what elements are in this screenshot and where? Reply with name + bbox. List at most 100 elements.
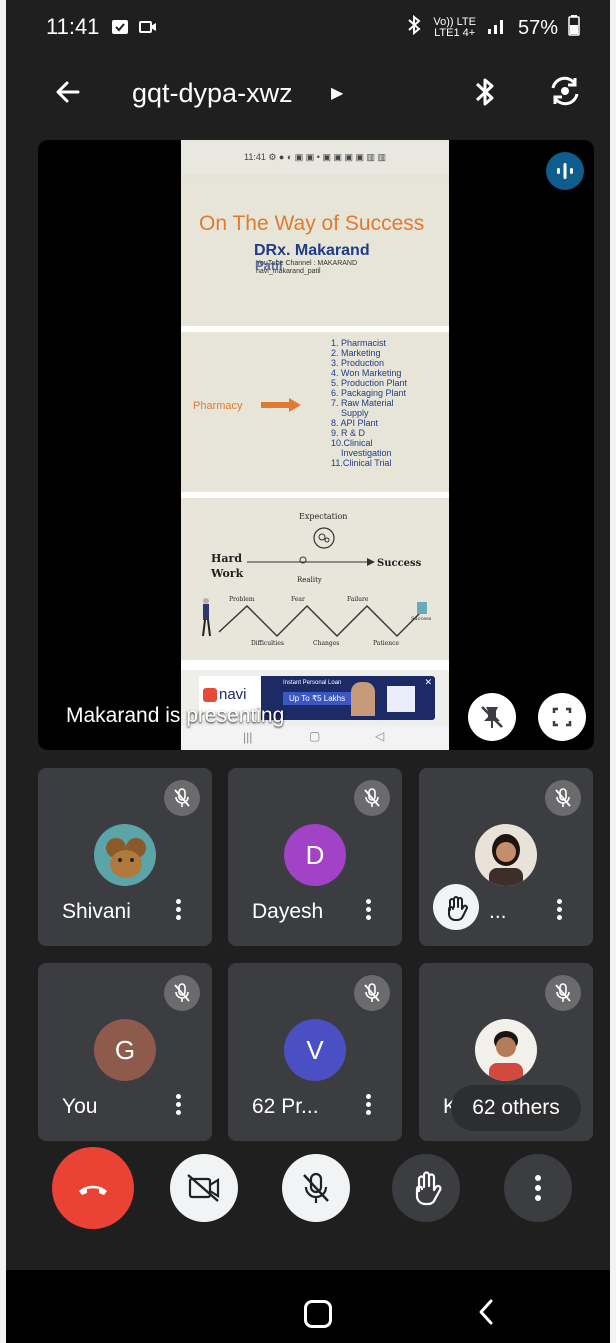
back-button-icon[interactable] [476,1298,496,1326]
expectation-label: Expectation [299,512,348,521]
participant-tile[interactable]: Shivani [38,768,212,946]
meeting-code[interactable]: gqt-dypa-xwz [132,78,293,109]
raise-hand-icon [415,1171,442,1206]
zigzag-bottom-3: Patience [373,640,400,647]
ad-person-image [351,682,375,716]
arrow-left-icon[interactable] [50,74,86,110]
more-vertical-icon [535,1175,541,1201]
zigzag-top-3: Failure [347,596,369,603]
work-label: Work [211,567,244,580]
presenting-label: Makarand is presenting [66,704,285,727]
participant-tile[interactable]: G You [38,963,212,1141]
career-item: Investigation [331,448,392,458]
battery-icon [568,14,580,42]
app-bar: gqt-dypa-xwz ▶ [6,64,610,128]
others-count-chip[interactable]: 62 others [451,1085,581,1131]
presentation-stage[interactable]: 11:41 ⚙ ● ◐ ▣ ▣ • ▣ ▣ ▣ ▣ ▥ ▥ On The Way… [38,140,594,750]
more-options-button[interactable] [504,1154,572,1222]
pin-off-icon [481,706,503,728]
participant-tile[interactable]: ... [419,768,593,946]
shared-status-bar: 11:41 ⚙ ● ◐ ▣ ▣ • ▣ ▣ ▣ ▣ ▥ ▥ [181,140,449,174]
network-label-bottom: LTE1 4+ [434,27,476,39]
avatar: G [94,1019,156,1081]
avatar-letter: D [305,840,325,870]
phone-hangup-icon [79,1185,107,1195]
slide-success-section: Expectation Hard Work Success Reality Pr… [181,500,449,660]
caret-right-icon[interactable]: ▶ [331,83,343,103]
career-item: 10.Clinical [331,438,373,448]
mic-off-icon [164,975,200,1011]
participant-name: Shivani [62,900,131,923]
career-item: 1. Pharmacist [331,338,387,348]
pharmacy-label: Pharmacy [193,400,243,412]
participant-name: 62 Pr... [252,1095,319,1118]
slide-separator [181,492,449,498]
career-item: 6. Packaging Plant [331,388,407,398]
career-item: 9. R & D [331,428,366,438]
ad-close-icon: ✕ [424,677,432,687]
zigzag-top-1: Problem [229,596,255,603]
fullscreen-icon [552,707,572,727]
arrow-right-icon [261,398,301,412]
slide-author-overlap: Patil [255,258,283,273]
more-vertical-icon[interactable] [168,1091,188,1121]
camera-toggle-button[interactable] [170,1154,238,1222]
more-vertical-icon[interactable] [168,896,188,926]
ad-device-image [387,686,415,712]
mic-toggle-button[interactable] [282,1154,350,1222]
status-time: 11:41 [46,14,100,39]
mic-off-icon [164,780,200,816]
ad-line1: Instant Personal Loan [283,680,342,686]
system-nav-bar [6,1270,610,1343]
camera-off-icon [187,1174,220,1202]
thought-bubble-icon [313,527,335,549]
navi-logo-icon [203,688,217,702]
participant-tile[interactable]: Ka... 62 others [419,963,593,1141]
screen-edge-right [610,0,616,1343]
raise-hand-button[interactable] [392,1154,460,1222]
avatar: D [284,824,346,886]
mic-off-icon [545,975,581,1011]
avatar-letter: G [114,1035,136,1065]
participant-tile[interactable]: D Dayesh [228,768,402,946]
avatar [475,1019,537,1081]
career-list: 1. Pharmacist 2. Marketing 3. Production 4.… [331,338,407,468]
more-vertical-icon[interactable] [549,896,569,926]
shared-nav-bar: ||| ▢ ◁ [181,726,449,750]
status-bar: 11:41 Vo)) LTE LTE1 4+ 57% [6,0,610,58]
home-button-icon[interactable] [304,1300,332,1328]
slide-title: On The Way of Success [199,212,425,235]
career-item: 5. Production Plant [331,378,408,388]
ad-brand: navi [219,686,247,703]
career-item: 11.Clinical Trial [331,458,392,468]
bluetooth-icon[interactable] [472,74,498,118]
video-status-icon [138,17,158,42]
end-call-button[interactable] [52,1147,134,1229]
participant-tile[interactable]: V 62 Pr... [228,963,402,1141]
audio-level-icon [546,152,584,190]
signal-icon [486,15,508,41]
success-arrow [247,556,375,566]
home-icon: ▢ [309,729,321,743]
mic-off-icon [303,1172,329,1203]
avatar: V [284,1019,346,1081]
message-icon [110,17,130,42]
slide-title-section: On The Way of Success DRx. Makarand YouT… [181,180,449,326]
success-label: Success [377,558,422,569]
fullscreen-button[interactable] [538,693,586,741]
more-vertical-icon[interactable] [358,896,378,926]
raise-hand-icon [433,884,479,930]
career-item: 3. Production [331,358,385,368]
career-item: 2. Marketing [331,348,381,358]
more-vertical-icon[interactable] [358,1091,378,1121]
shared-screen: 11:41 ⚙ ● ◐ ▣ ▣ • ▣ ▣ ▣ ▣ ▥ ▥ On The Way… [181,140,449,750]
zigzag-top-2: Fear [291,596,305,603]
camera-switch-icon[interactable] [546,72,584,110]
zigzag-end: Success [411,616,432,622]
unpin-button[interactable] [468,693,516,741]
participant-name: ... [489,900,507,923]
zigzag-path [202,598,427,637]
slide-career-section: Pharmacy 1. Pharmacist 2. Marketing 3. Pro… [181,332,449,492]
avatar [94,824,156,886]
career-item: 4. Won Marketing [331,368,402,378]
